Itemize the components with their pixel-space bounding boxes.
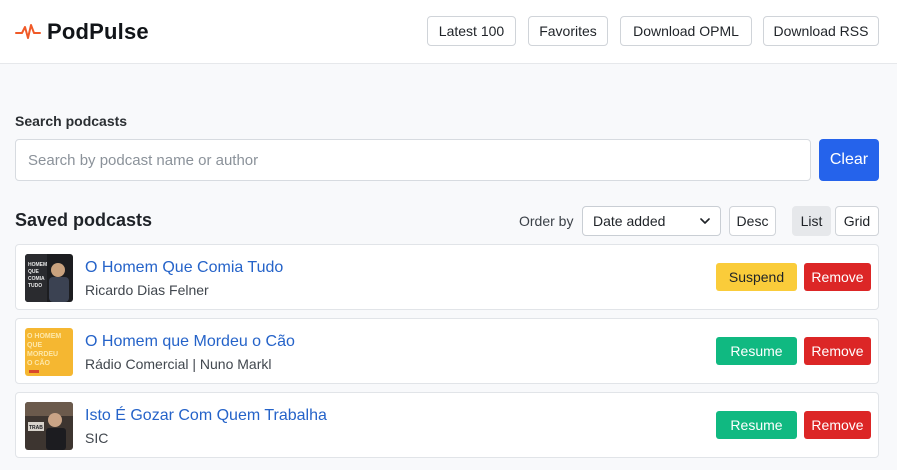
remove-button[interactable]: Remove (804, 337, 871, 365)
podcast-author: Ricardo Dias Felner (85, 282, 209, 298)
svg-text:COMIA: COMIA (28, 276, 45, 282)
order-by-value: Date added (593, 213, 666, 229)
latest-100-button[interactable]: Latest 100 (427, 16, 516, 46)
svg-text:QUE: QUE (28, 269, 40, 275)
remove-button[interactable]: Remove (804, 411, 871, 439)
pulse-logo-icon (15, 24, 41, 39)
clear-button[interactable]: Clear (819, 139, 879, 181)
podcast-cover-image[interactable]: O HOMEM QUE MORDEU O CÃO (25, 328, 73, 376)
podcast-title-link[interactable]: O Homem Que Comia Tudo (85, 259, 283, 277)
brand[interactable]: PodPulse (15, 18, 149, 46)
podcast-cover-image[interactable]: HOMEM QUE COMIA TUDO (25, 254, 73, 302)
search-input[interactable] (15, 139, 811, 181)
search-label: Search podcasts (15, 113, 128, 129)
podcast-card: HOMEM QUE COMIA TUDO O Homem Que Comia T… (15, 244, 879, 310)
resume-button[interactable]: Resume (716, 411, 797, 439)
podcast-author: Rádio Comercial | Nuno Markl (85, 356, 272, 372)
suspend-button[interactable]: Suspend (716, 263, 797, 291)
podcast-card: TRAB Isto É Gozar Com Quem Trabalha SIC … (15, 392, 879, 458)
order-by-label: Order by (519, 213, 574, 229)
download-rss-button[interactable]: Download RSS (763, 16, 879, 46)
chevron-down-icon (700, 218, 710, 224)
svg-text:TUDO: TUDO (28, 283, 42, 289)
svg-text:O CÃO: O CÃO (27, 358, 51, 367)
app-header: PodPulse Latest 100 Favorites Download O… (0, 0, 897, 64)
svg-text:QUE: QUE (27, 342, 43, 349)
resume-button[interactable]: Resume (716, 337, 797, 365)
order-by-select[interactable]: Date added (582, 206, 721, 236)
remove-button[interactable]: Remove (804, 263, 871, 291)
svg-text:O HOMEM: O HOMEM (27, 333, 61, 340)
podcast-cover-image[interactable]: TRAB (25, 402, 73, 450)
favorites-button[interactable]: Favorites (528, 16, 608, 46)
app-title: PodPulse (47, 19, 149, 44)
grid-view-button[interactable]: Grid (835, 206, 879, 236)
svg-text:MORDEU: MORDEU (27, 351, 58, 358)
list-view-button[interactable]: List (792, 206, 831, 236)
sort-direction-button[interactable]: Desc (729, 206, 776, 236)
download-opml-button[interactable]: Download OPML (620, 16, 752, 46)
svg-text:TRAB: TRAB (29, 425, 43, 431)
podcast-card: O HOMEM QUE MORDEU O CÃO O Homem que Mor… (15, 318, 879, 384)
podcast-title-link[interactable]: Isto É Gozar Com Quem Trabalha (85, 407, 327, 425)
podcast-author: SIC (85, 430, 109, 446)
svg-text:HOMEM: HOMEM (28, 262, 47, 268)
podcast-title-link[interactable]: O Homem que Mordeu o Cão (85, 333, 295, 351)
saved-podcasts-heading: Saved podcasts (15, 210, 153, 230)
